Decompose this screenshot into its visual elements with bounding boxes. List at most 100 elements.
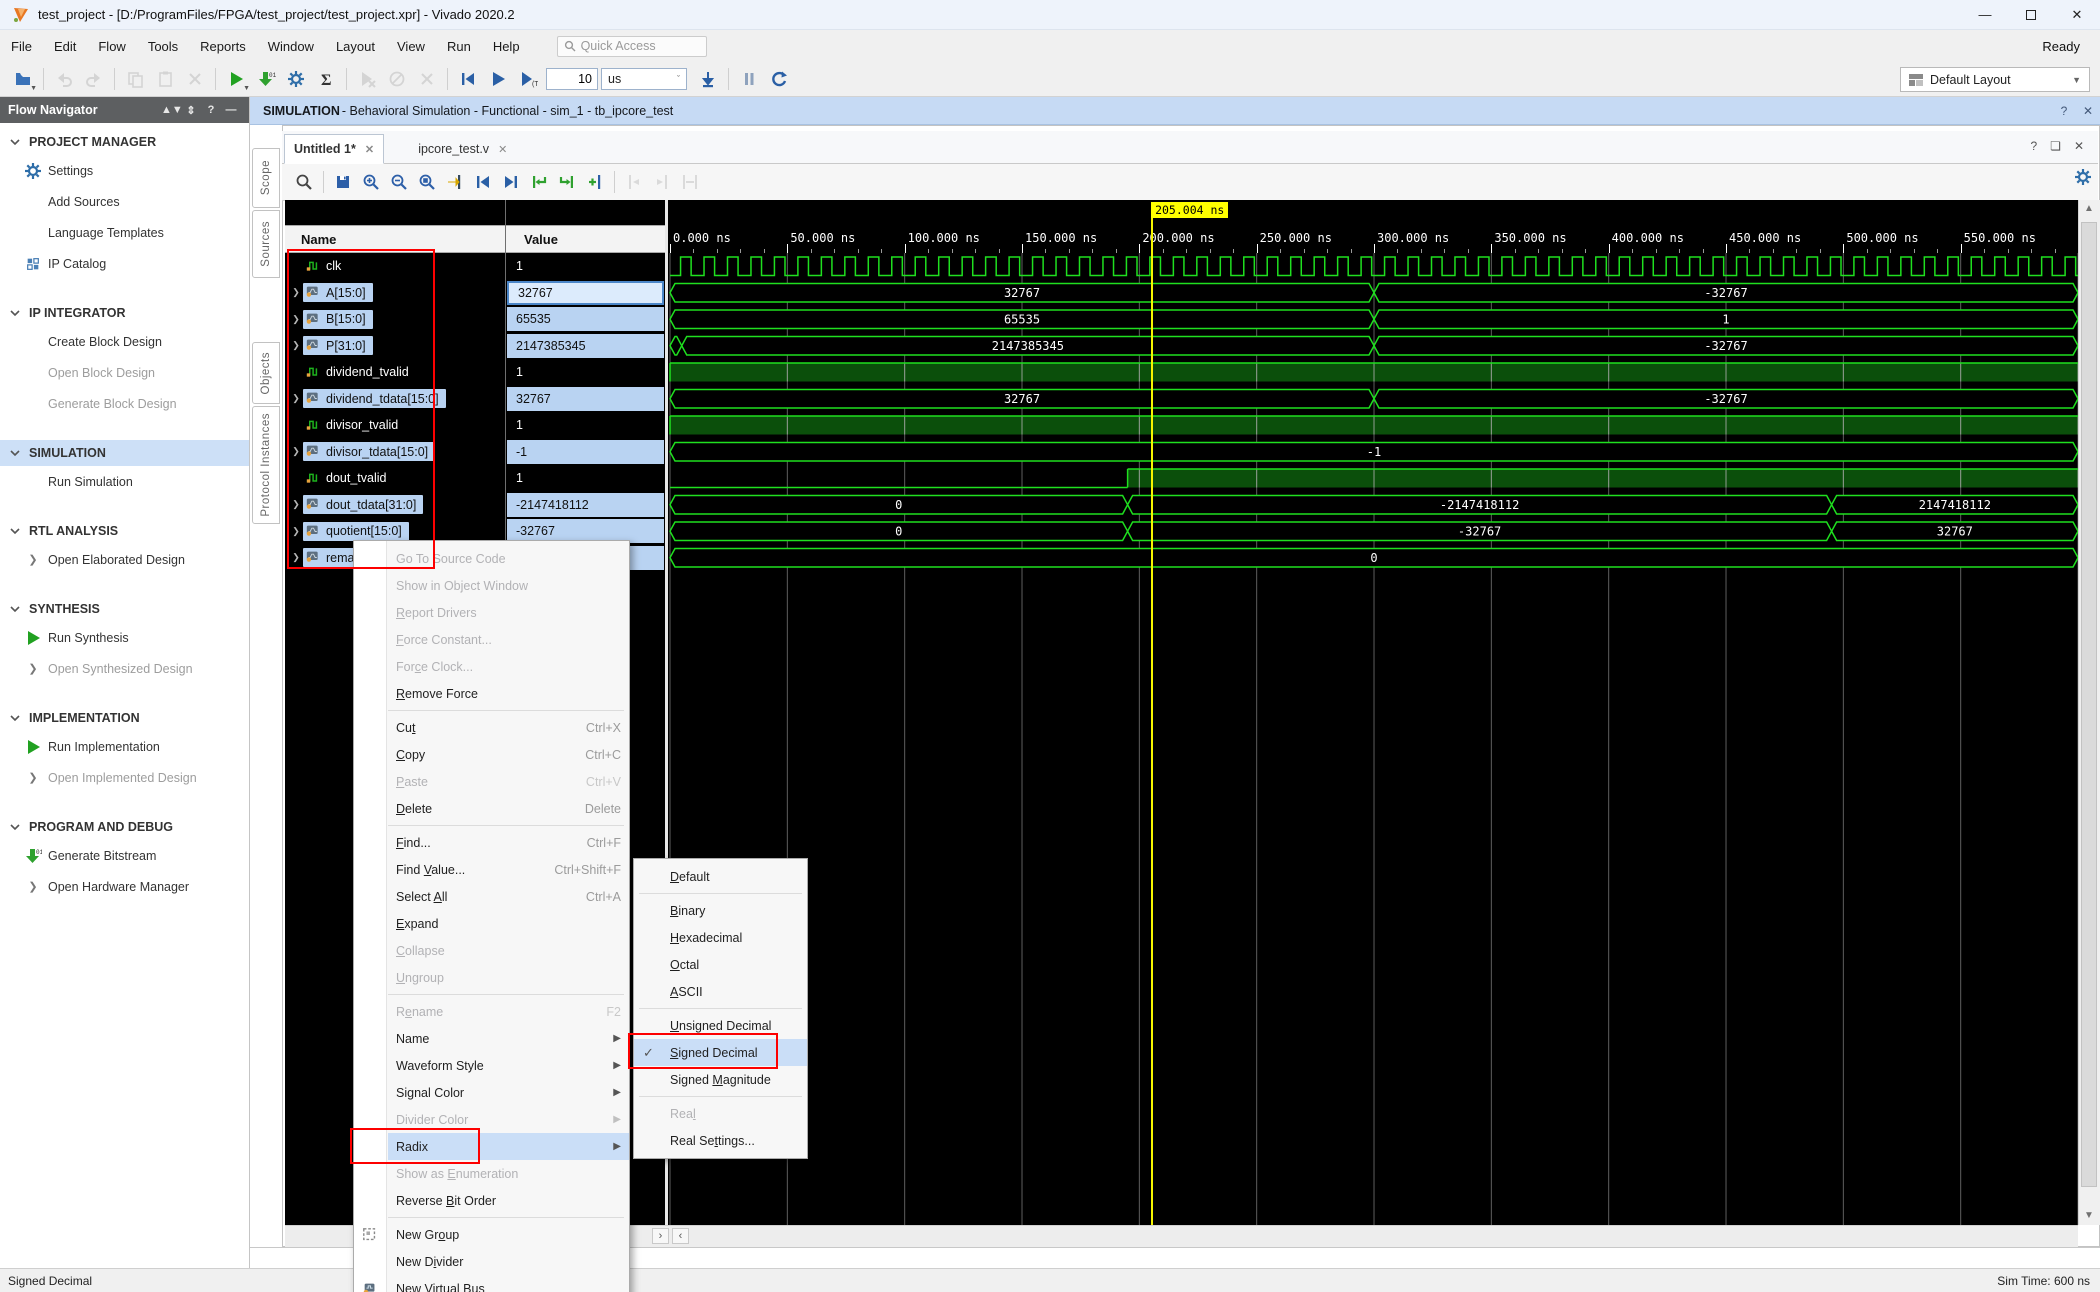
signal-name-row-divisor-tvalid[interactable]: divisor_tvalid <box>285 412 504 438</box>
go-to-end-icon[interactable] <box>497 168 525 196</box>
run-icon[interactable]: ▼ <box>221 65 251 93</box>
step-icon[interactable] <box>693 65 723 93</box>
radix-option-hexadecimal[interactable]: Hexadecimal <box>634 924 807 951</box>
flownav-section-synthesis[interactable]: SYNTHESIS <box>0 596 249 622</box>
flownav-item-open-elaborated-design[interactable]: ❯Open Elaborated Design <box>0 544 249 575</box>
flownav-section-rtl-analysis[interactable]: RTL ANALYSIS <box>0 518 249 544</box>
panel-close-icon[interactable]: ✕ <box>2076 104 2100 118</box>
flownav-item-language-templates[interactable]: Language Templates <box>0 217 249 248</box>
signal-name-row-dout-tvalid[interactable]: dout_tvalid <box>285 465 504 491</box>
flownav-section-program-and-debug[interactable]: PROGRAM AND DEBUG <box>0 814 249 840</box>
minimize-panel-icon[interactable]: — <box>221 104 241 116</box>
wave-tab-untitled-1-[interactable]: Untitled 1*✕ <box>284 134 384 164</box>
signal-value-cell-b-15-0-[interactable]: 65535 <box>507 307 664 331</box>
time-cursor-line[interactable] <box>1151 202 1153 1225</box>
collapse-all-icon[interactable]: ▲▼ <box>161 104 181 116</box>
menu-reports[interactable]: Reports <box>189 39 257 54</box>
menu-layout[interactable]: Layout <box>325 39 386 54</box>
signal-value-cell-divisor-tvalid[interactable]: 1 <box>507 413 664 437</box>
menu-tools[interactable]: Tools <box>137 39 189 54</box>
expand-chevron-icon[interactable]: ❯ <box>289 526 303 537</box>
menu-window[interactable]: Window <box>257 39 325 54</box>
flownav-item-open-hardware-manager[interactable]: ❯Open Hardware Manager <box>0 871 249 902</box>
menu-edit[interactable]: Edit <box>43 39 87 54</box>
side-tab-protocol-instances[interactable]: Protocol Instances <box>252 406 280 524</box>
time-cursor-label[interactable]: 205.004 ns <box>1151 202 1228 218</box>
side-tab-scope[interactable]: Scope <box>252 148 280 208</box>
expand-chevron-icon[interactable]: ❯ <box>289 499 303 510</box>
menu-view[interactable]: View <box>386 39 436 54</box>
quick-access-search[interactable]: Quick Access <box>557 36 707 57</box>
radix-option-default[interactable]: Default <box>634 863 807 890</box>
context-menu-item-delete[interactable]: DeleteDelete <box>388 795 629 822</box>
report-sigma-icon[interactable]: Σ <box>311 65 341 93</box>
vertical-scrollbar-thumb[interactable] <box>2081 222 2097 1187</box>
close-button[interactable]: ✕ <box>2054 0 2100 30</box>
signal-value-cell-dividend-tvalid[interactable]: 1 <box>507 360 664 384</box>
signal-value-cell-divisor-tdata-15-0-[interactable]: -1 <box>507 440 664 464</box>
minimize-button[interactable]: — <box>1962 0 2008 30</box>
context-menu-item-signal-color[interactable]: Signal Color▶ <box>388 1079 629 1106</box>
context-menu-item-reverse-bit-order[interactable]: Reverse Bit Order <box>388 1187 629 1214</box>
next-transition-icon[interactable] <box>553 168 581 196</box>
zoom-fit-icon[interactable] <box>413 168 441 196</box>
context-menu-item-find[interactable]: Find...Ctrl+F <box>388 829 629 856</box>
radix-option-real-se-ttings[interactable]: Real Settings... <box>634 1127 807 1154</box>
signal-value-cell-clk[interactable]: 1 <box>507 254 664 278</box>
menu-run[interactable]: Run <box>436 39 482 54</box>
save-waveform-icon[interactable] <box>329 168 357 196</box>
go-to-time-icon[interactable] <box>441 168 469 196</box>
pause-icon[interactable] <box>734 65 764 93</box>
splitter-right-icon[interactable]: › <box>652 1228 669 1244</box>
expand-chevron-icon[interactable]: ❯ <box>289 393 303 404</box>
menu-help[interactable]: Help <box>482 39 531 54</box>
context-menu-item-find-value[interactable]: Find Value...Ctrl+Shift+F <box>388 856 629 883</box>
layout-selector[interactable]: Default Layout ▼ <box>1900 67 2090 92</box>
restart-sim-icon[interactable] <box>453 65 483 93</box>
run-time-input[interactable] <box>546 68 598 90</box>
context-menu-item-name[interactable]: Name▶ <box>388 1025 629 1052</box>
signal-name-row-a-15-0-[interactable]: ❯A[15:0] <box>285 280 504 306</box>
run-for-icon[interactable]: (T) <box>513 65 543 93</box>
radix-option-ascii[interactable]: ASCII <box>634 978 807 1005</box>
context-menu-item-radix[interactable]: Radix▶ <box>388 1133 629 1160</box>
signal-name-row-dividend-tdata-15-0-[interactable]: ❯dividend_tdata[15:0] <box>285 386 504 412</box>
signal-value-cell-dout-tvalid[interactable]: 1 <box>507 466 664 490</box>
context-menu-item-cu-t[interactable]: CutCtrl+X <box>388 714 629 741</box>
flownav-item-create-block-design[interactable]: Create Block Design <box>0 326 249 357</box>
radix-option-signed-magnitude[interactable]: Signed Magnitude <box>634 1066 807 1093</box>
time-unit-select[interactable]: usˇ <box>601 68 687 90</box>
run-all-icon[interactable] <box>483 65 513 93</box>
side-tab-objects[interactable]: Objects <box>252 342 280 404</box>
context-menu-item-copy[interactable]: CopyCtrl+C <box>388 741 629 768</box>
find-icon[interactable] <box>290 168 318 196</box>
flownav-item-settings[interactable]: Settings <box>0 155 249 186</box>
flownav-section-implementation[interactable]: IMPLEMENTATION <box>0 705 249 731</box>
flownav-item-run-implementation[interactable]: Run Implementation <box>0 731 249 762</box>
radix-option-octal[interactable]: Octal <box>634 951 807 978</box>
signal-value-cell-dout-tdata-31-0-[interactable]: -2147418112 <box>507 493 664 517</box>
context-menu-item-new-virtual-bus[interactable]: New Virtual Bus <box>388 1275 629 1292</box>
expand-chevron-icon[interactable]: ❯ <box>289 340 303 351</box>
signal-value-cell-a-15-0-[interactable]: 32767 <box>507 281 664 305</box>
flownav-section-project-manager[interactable]: PROJECT MANAGER <box>0 129 249 155</box>
waveform-canvas[interactable]: 32767-327676553512147385345-3276732767-3… <box>668 253 2078 1225</box>
previous-transition-icon[interactable] <box>525 168 553 196</box>
signal-name-row-dividend-tvalid[interactable]: dividend_tvalid <box>285 359 504 385</box>
scroll-down-icon[interactable]: ▼ <box>2078 1207 2100 1225</box>
expand-chevron-icon[interactable]: ❯ <box>289 287 303 298</box>
signal-name-row-clk[interactable]: clk <box>285 253 504 279</box>
signal-name-row-dout-tdata-31-0-[interactable]: ❯dout_tdata[31:0] <box>285 492 504 518</box>
add-marker-icon[interactable] <box>581 168 609 196</box>
signal-value-cell-p-31-0-[interactable]: 2147385345 <box>507 334 664 358</box>
splitter-left-icon[interactable]: ‹ <box>672 1228 689 1244</box>
zoom-out-icon[interactable] <box>385 168 413 196</box>
expand-chevron-icon[interactable]: ❯ <box>289 314 303 325</box>
flownav-item-add-sources[interactable]: Add Sources <box>0 186 249 217</box>
generate-bitstream-icon[interactable]: 01 <box>251 65 281 93</box>
wave-close-icon[interactable]: ✕ <box>2074 139 2084 153</box>
wave-float-icon[interactable]: ❏ <box>2050 139 2061 153</box>
flownav-item-run-simulation[interactable]: Run Simulation <box>0 466 249 497</box>
context-menu-item-waveform-style[interactable]: Waveform Style▶ <box>388 1052 629 1079</box>
signal-name-row-p-31-0-[interactable]: ❯P[31:0] <box>285 333 504 359</box>
